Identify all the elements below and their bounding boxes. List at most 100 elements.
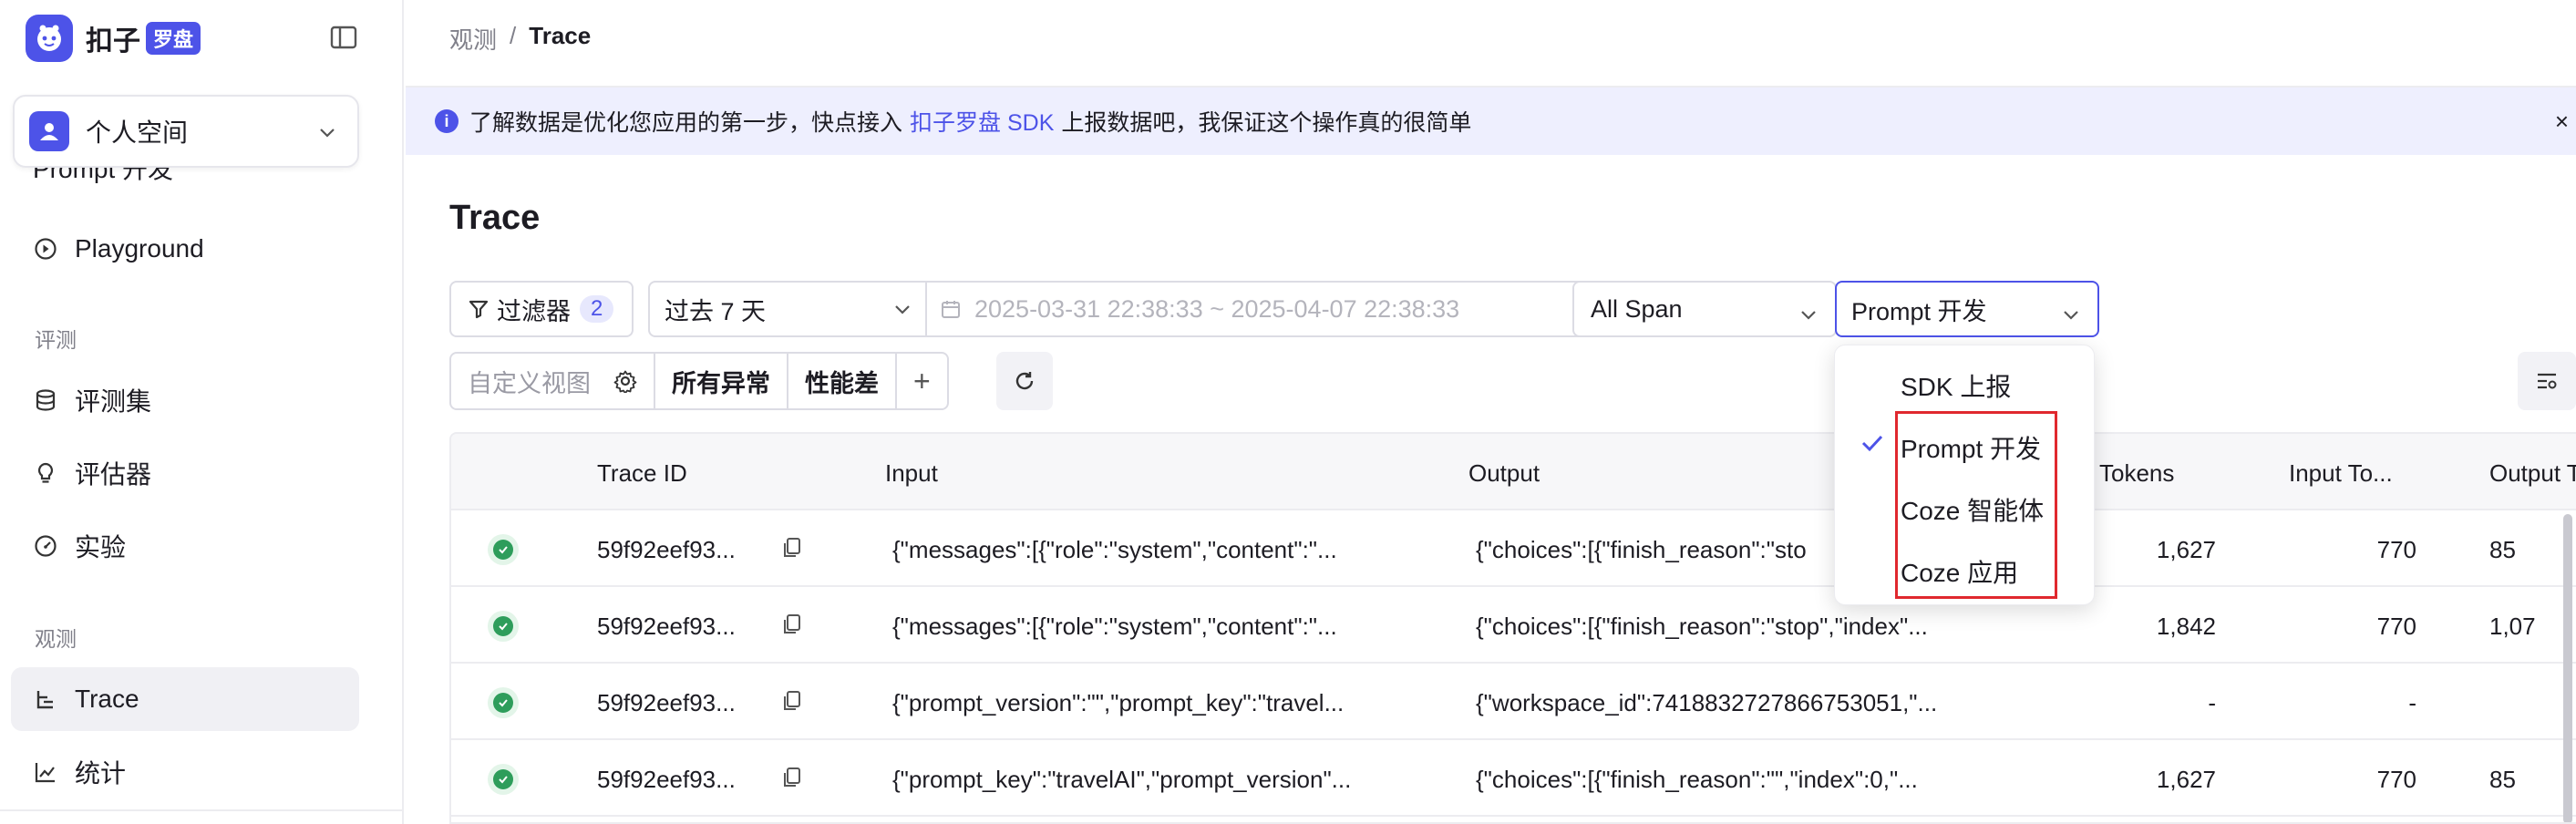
sidebar: 扣子 罗盘 Prompt 开发 个人空间 Playground 评测 评测集 评…: [0, 0, 404, 824]
column-header[interactable]: Output T...: [2489, 459, 2576, 488]
filter-icon: [469, 300, 489, 319]
output-cell[interactable]: {"workspace_id":7418832727866753051,"...: [1476, 689, 1937, 717]
input-cell[interactable]: {"messages":[{"role":"system","content":…: [892, 613, 1337, 641]
time-preset-select[interactable]: 过去 7 天: [665, 292, 892, 327]
table-row[interactable]: 59f92eef93... {"prompt_key":"travelAI","…: [451, 740, 2576, 817]
platform-dropdown-menu: SDK 上报 Prompt 开发 Coze 智能体 Coze 应用: [1834, 345, 2095, 605]
refresh-icon: [1015, 372, 1034, 390]
column-settings-icon: [2538, 373, 2557, 389]
custom-view-placeholder: 自定义视图: [468, 369, 591, 397]
platform-select[interactable]: Prompt 开发: [1835, 281, 2099, 337]
custom-view-select[interactable]: 自定义视图: [451, 354, 655, 408]
banner-sdk-link[interactable]: 扣子罗盘 SDK: [910, 105, 1054, 138]
trace-id-cell[interactable]: 59f92eef93...: [597, 689, 736, 717]
tokens-cell: 1,627: [2156, 766, 2216, 793]
output-tokens-cell: 1,07: [2489, 613, 2536, 640]
section-label-observability: 观测: [35, 627, 77, 651]
input-cell[interactable]: {"prompt_key":"travelAI","prompt_version…: [892, 766, 1351, 794]
chevron-down-icon: [2061, 303, 2081, 331]
column-header[interactable]: Output: [1468, 459, 1540, 488]
filter-button[interactable]: 过滤器 2: [449, 281, 634, 337]
table-row[interactable]: 59f92eef93... {"messages":[{"role":"syst…: [451, 587, 2576, 664]
input-cell[interactable]: {"prompt_version":"","prompt_key":"trave…: [892, 689, 1344, 717]
column-header[interactable]: Tokens: [2099, 459, 2174, 488]
calendar-icon: [942, 301, 960, 318]
filter-label: 过滤器: [497, 297, 571, 325]
sidebar-item-label: Trace: [75, 685, 139, 713]
input-tokens-cell: 770: [2376, 536, 2416, 563]
banner-text-after: 上报数据吧，我保证这个操作真的很简单: [1061, 110, 1472, 136]
copy-icon[interactable]: [781, 613, 803, 643]
input-tokens-cell: 770: [2376, 766, 2416, 793]
copy-icon[interactable]: [781, 536, 803, 566]
column-settings-button[interactable]: [2518, 352, 2576, 410]
brand-tag: 罗盘: [146, 22, 201, 55]
play-circle-icon: [33, 236, 58, 262]
table-row[interactable]: 59f92eef93... {"messages":[{"role":"syst…: [451, 510, 2576, 587]
column-header[interactable]: Trace ID: [597, 459, 687, 488]
chevron-down-icon: [317, 122, 337, 147]
logo-icon: [26, 15, 73, 62]
view-poor-performance[interactable]: 性能差: [788, 354, 897, 408]
brand-logo[interactable]: 扣子 罗盘: [26, 15, 201, 62]
banner-text-before: 了解数据是优化您应用的第一步，快点接入: [469, 110, 903, 136]
sidebar-item-playground[interactable]: Playground: [11, 217, 359, 281]
copy-icon[interactable]: [781, 766, 803, 796]
page-title: Trace: [449, 199, 541, 237]
tokens-cell: -: [2208, 689, 2216, 716]
breadcrumb-parent[interactable]: 观测: [449, 22, 497, 56]
trace-icon: [33, 686, 58, 712]
table-scrollbar[interactable]: [2563, 514, 2572, 822]
copy-icon[interactable]: [781, 689, 803, 719]
gear-icon[interactable]: [613, 369, 637, 393]
sidebar-item-datasets[interactable]: 评测集: [11, 368, 359, 432]
picker-divider: [925, 282, 927, 336]
output-cell[interactable]: {"choices":[{"finish_reason":"stop","ind…: [1476, 613, 1928, 641]
column-header[interactable]: Input To...: [2289, 459, 2393, 488]
add-view-button[interactable]: +: [897, 354, 947, 408]
time-range-value[interactable]: 2025-03-31 22:38:33 ~ 2025-04-07 22:38:3…: [974, 295, 1459, 324]
platform-value: Prompt 开发: [1851, 297, 1987, 325]
span-type-select[interactable]: All Span: [1572, 281, 1837, 337]
trace-id-cell[interactable]: 59f92eef93...: [597, 766, 736, 794]
output-cell[interactable]: {"choices":[{"finish_reason":"sto: [1476, 536, 1807, 564]
gauge-icon: [33, 533, 58, 559]
user-icon: [29, 111, 69, 151]
breadcrumb-separator: /: [510, 22, 517, 49]
success-status-icon: [488, 687, 519, 718]
span-type-value: All Span: [1591, 294, 1683, 323]
brand-name: 扣子: [86, 26, 140, 57]
chevron-down-icon: [895, 305, 910, 314]
sidebar-collapse-icon[interactable]: [330, 26, 357, 49]
sidebar-item-label: 评估器: [75, 460, 152, 489]
close-icon[interactable]: ×: [2555, 108, 2569, 136]
view-all-errors[interactable]: 所有异常: [655, 354, 788, 408]
sidebar-item-statistics[interactable]: 统计: [11, 740, 359, 804]
output-cell[interactable]: {"choices":[{"finish_reason":"","index":…: [1476, 766, 1918, 794]
sidebar-item-trace[interactable]: Trace: [11, 667, 359, 731]
input-tokens-cell: 770: [2376, 613, 2416, 640]
view-tabs: 自定义视图 所有异常 性能差 +: [449, 352, 949, 410]
sidebar-item-experiments[interactable]: 实验: [11, 514, 359, 578]
bulb-icon: [33, 460, 58, 486]
check-icon: [1860, 433, 1884, 458]
refresh-button[interactable]: [996, 352, 1053, 410]
sidebar-divider: [0, 809, 404, 811]
input-cell[interactable]: {"messages":[{"role":"system","content":…: [892, 536, 1337, 564]
sidebar-item-label: 评测集: [75, 387, 152, 416]
trace-id-cell[interactable]: 59f92eef93...: [597, 613, 736, 641]
breadcrumb-current: Trace: [529, 22, 592, 49]
sidebar-item-label: 统计: [75, 759, 127, 788]
input-tokens-cell: -: [2408, 689, 2416, 716]
column-header[interactable]: Input: [885, 459, 938, 488]
chart-icon: [33, 759, 58, 785]
sidebar-item-evaluators[interactable]: 评估器: [11, 441, 359, 505]
table-row[interactable]: 59f92eef93... {"prompt_version":"","prom…: [451, 664, 2576, 740]
section-label-evaluation: 评测: [35, 328, 77, 352]
table-header: Trace ID Input Output Tokens Input To...…: [451, 434, 2576, 510]
dropdown-option-sdk[interactable]: SDK 上报: [1901, 367, 2011, 404]
trace-id-cell[interactable]: 59f92eef93...: [597, 536, 736, 564]
workspace-switcher[interactable]: 个人空间: [13, 95, 359, 168]
app-root: 扣子 罗盘 Prompt 开发 个人空间 Playground 评测 评测集 评…: [0, 0, 2576, 824]
tokens-cell: 1,842: [2156, 613, 2216, 640]
